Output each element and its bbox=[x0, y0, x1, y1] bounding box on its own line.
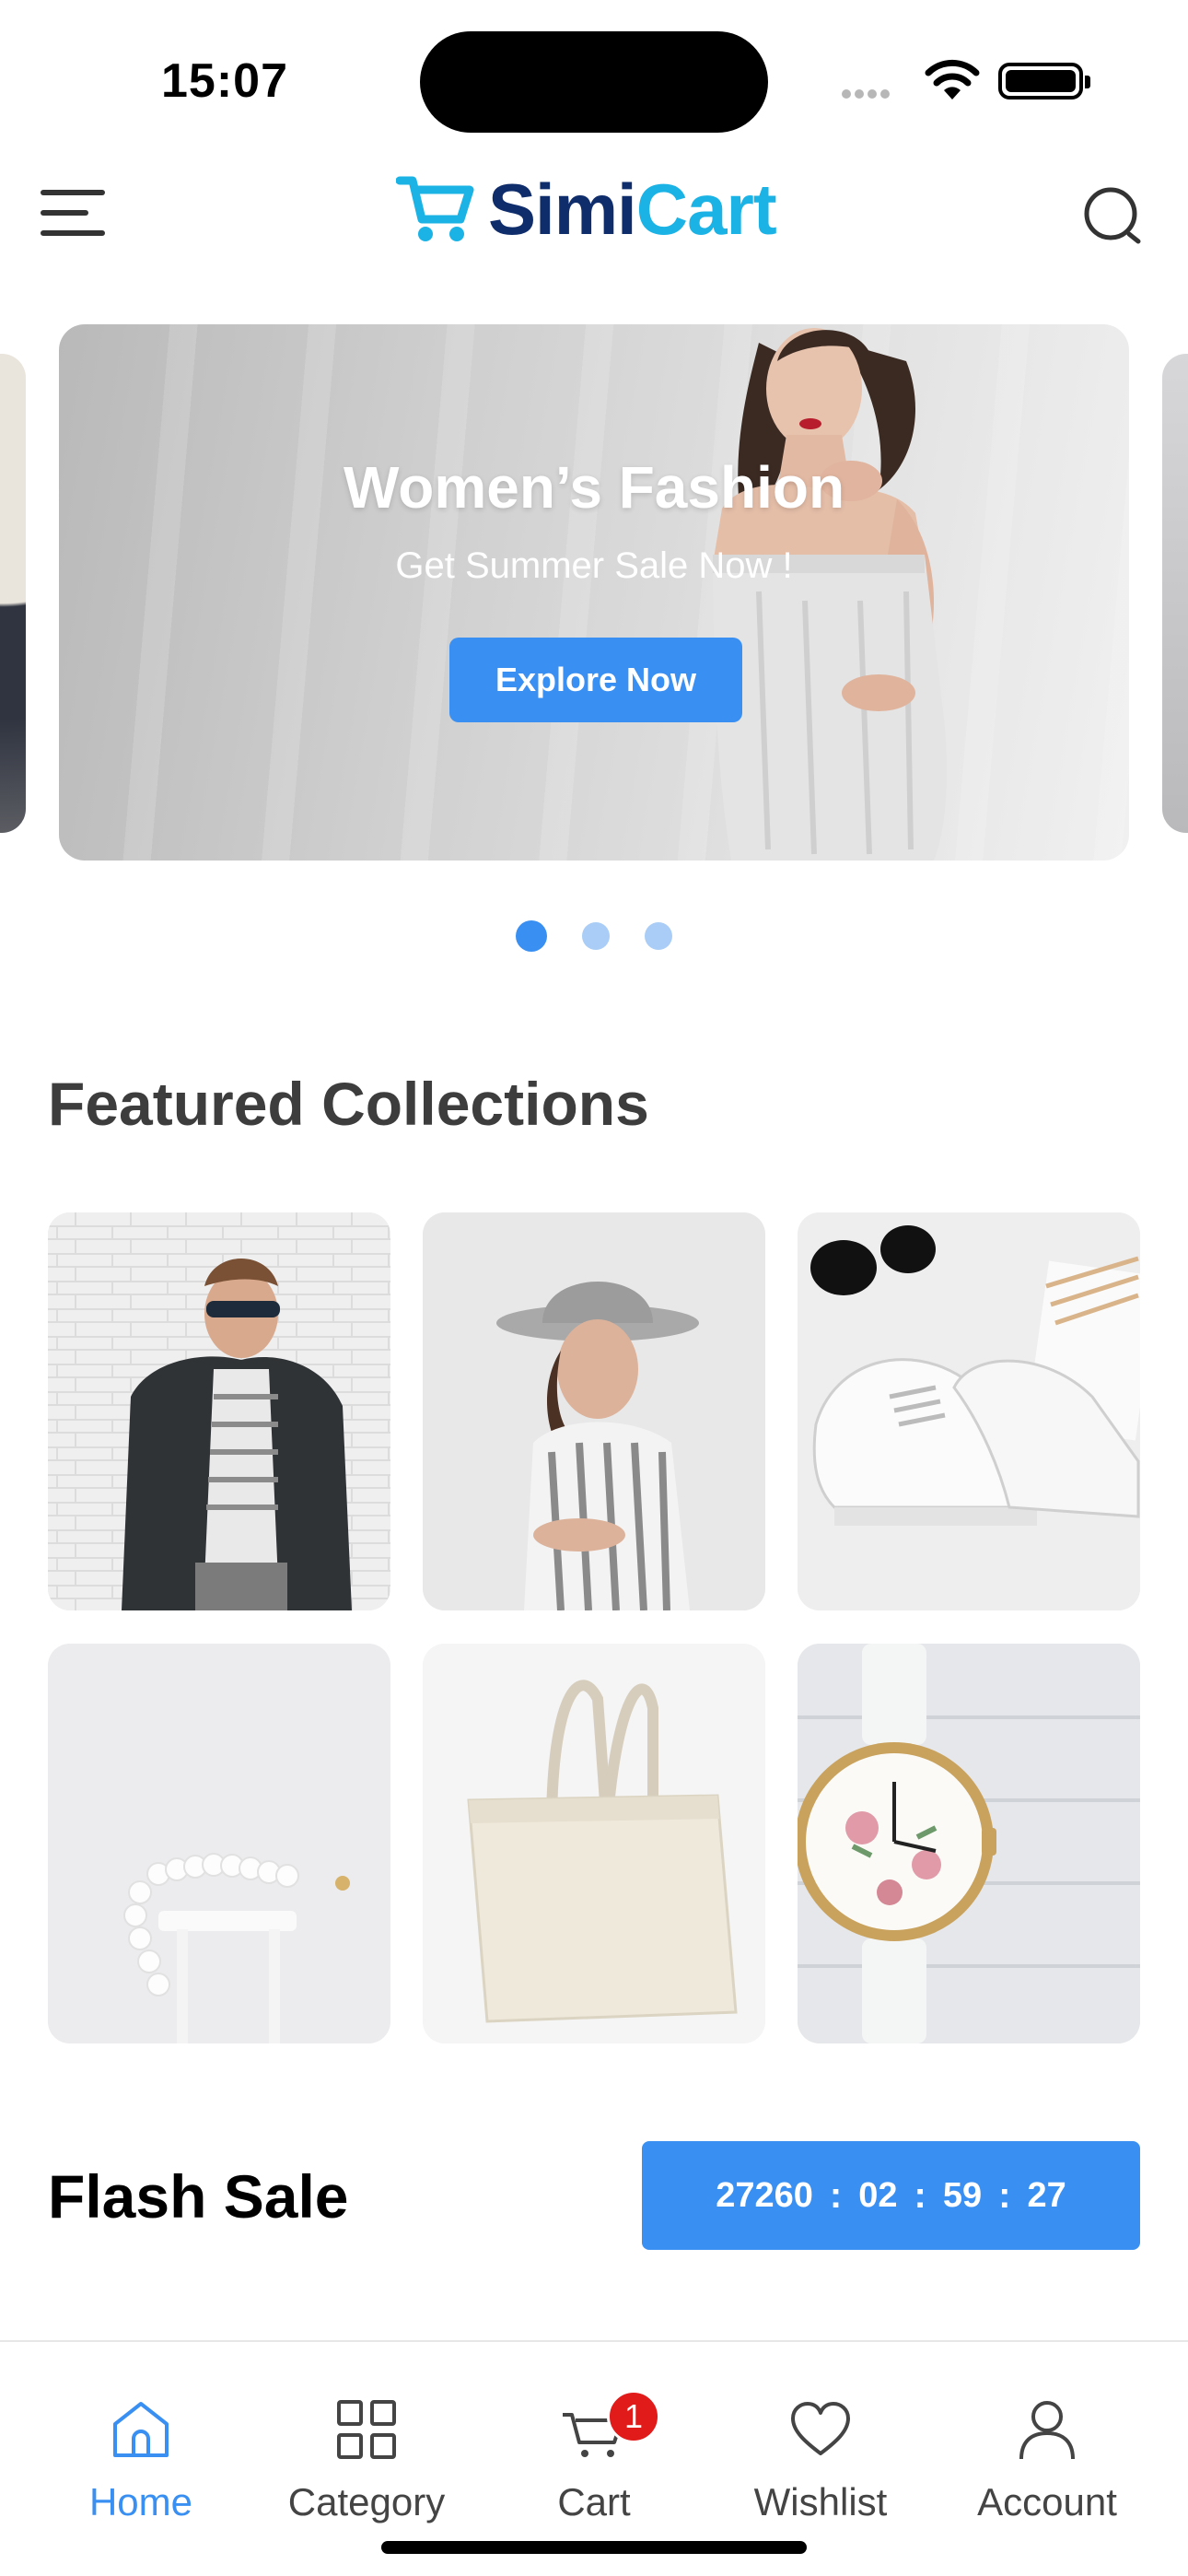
countdown-days: 27260 bbox=[716, 2175, 813, 2215]
battery-icon bbox=[998, 63, 1090, 100]
home-icon bbox=[113, 2402, 169, 2457]
collection-tile-men[interactable] bbox=[48, 1212, 390, 1610]
flash-sale-title: Flash Sale bbox=[48, 2162, 349, 2231]
logo-text-cart: Cart bbox=[635, 168, 777, 250]
collection-tile-jewelry[interactable] bbox=[48, 1644, 390, 2043]
floral-wristwatch-photo bbox=[798, 1644, 1140, 2043]
status-time: 15:07 bbox=[161, 54, 288, 108]
cellular-signal-icon bbox=[842, 87, 893, 103]
carousel-prev-slide-peek[interactable] bbox=[0, 354, 26, 833]
hamburger-menu-icon bbox=[41, 190, 105, 195]
collection-tile-women[interactable] bbox=[423, 1212, 765, 1610]
tab-wishlist[interactable]: Wishlist bbox=[719, 2388, 922, 2524]
tab-home[interactable]: Home bbox=[40, 2388, 242, 2524]
carousel-next-slide-peek[interactable] bbox=[1162, 354, 1188, 833]
carousel-pagination bbox=[0, 920, 1188, 952]
cart-badge: 1 bbox=[607, 2390, 660, 2443]
countdown-minutes: 59 bbox=[942, 2175, 983, 2215]
home-indicator bbox=[381, 2541, 807, 2554]
woman-in-hat-photo bbox=[423, 1212, 765, 1610]
logo-text-simi: Simi bbox=[488, 168, 637, 250]
user-icon bbox=[1019, 2401, 1075, 2460]
tab-cart-label: Cart bbox=[557, 2480, 631, 2523]
tab-account[interactable]: Account bbox=[946, 2388, 1148, 2524]
featured-collections-title: Featured Collections bbox=[48, 1070, 649, 1138]
fashion-model-image bbox=[713, 328, 948, 861]
carousel-dot-3[interactable] bbox=[645, 922, 672, 950]
countdown-seconds: 27 bbox=[1027, 2175, 1066, 2215]
canvas-tote-bag-photo bbox=[423, 1644, 765, 2043]
explore-now-button[interactable]: Explore Now bbox=[449, 638, 742, 722]
tab-category-label: Category bbox=[287, 2480, 446, 2523]
search-button[interactable] bbox=[1079, 182, 1146, 249]
flash-sale-countdown: 27260 : 02 : 59 : 27 bbox=[642, 2141, 1140, 2250]
man-in-blazer-photo bbox=[48, 1212, 390, 1610]
tab-account-label: Account bbox=[977, 2480, 1117, 2523]
banner-title: Women’s Fashion bbox=[343, 454, 845, 521]
banner-subtitle: Get Summer Sale Now ! bbox=[395, 545, 793, 586]
collection-tile-watches[interactable] bbox=[798, 1644, 1140, 2043]
search-icon bbox=[1084, 187, 1141, 244]
countdown-hours: 02 bbox=[858, 2175, 898, 2215]
cart-logo-icon bbox=[396, 176, 474, 241]
countdown-separator: : bbox=[829, 2174, 843, 2216]
countdown-separator: : bbox=[998, 2174, 1011, 2216]
carousel-dot-2[interactable] bbox=[582, 922, 610, 950]
collection-tile-bags[interactable] bbox=[423, 1644, 765, 2043]
countdown-separator: : bbox=[914, 2174, 926, 2216]
white-sneakers-photo bbox=[798, 1212, 1140, 1610]
heart-icon bbox=[791, 2402, 850, 2455]
menu-button[interactable] bbox=[37, 182, 111, 243]
pearl-bracelets-photo bbox=[48, 1644, 390, 2043]
hero-banner[interactable]: Women’s Fashion Get Summer Sale Now ! Ex… bbox=[59, 324, 1129, 861]
tab-wishlist-label: Wishlist bbox=[753, 2480, 888, 2523]
collection-tile-shoes[interactable] bbox=[798, 1212, 1140, 1610]
tab-category[interactable]: Category bbox=[265, 2388, 468, 2524]
carousel-dot-1[interactable] bbox=[516, 920, 547, 952]
tab-cart[interactable]: 1 Cart bbox=[493, 2388, 695, 2524]
tab-home-label: Home bbox=[88, 2480, 193, 2523]
dynamic-island bbox=[420, 31, 768, 133]
category-grid-icon bbox=[337, 2400, 396, 2459]
app-logo[interactable]: SimiCart bbox=[396, 168, 777, 251]
wifi-icon bbox=[924, 59, 981, 106]
